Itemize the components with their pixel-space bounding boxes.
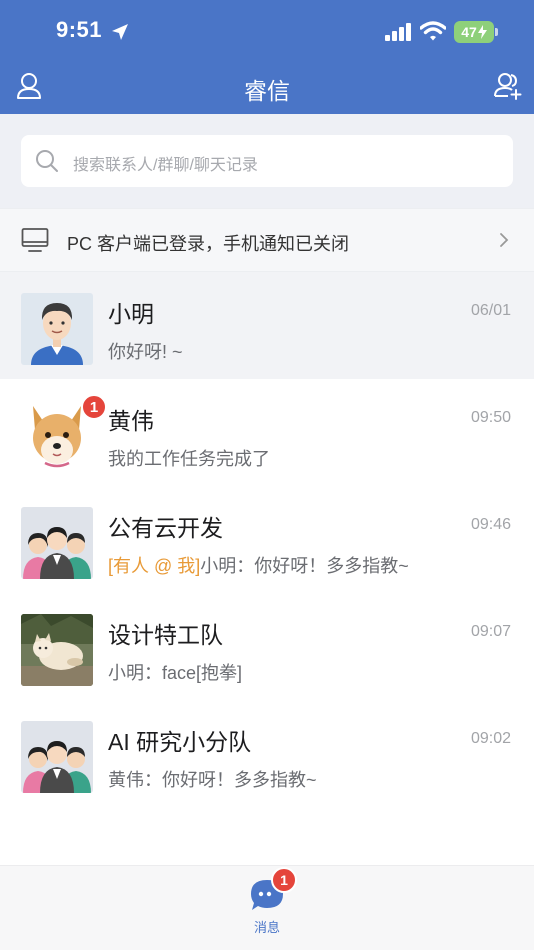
chat-time: 06/01: [470, 302, 511, 319]
battery-indicator: 47: [454, 21, 494, 43]
man-avatar: [21, 293, 93, 365]
chat-preview: 我的工作任务完成了: [108, 449, 270, 469]
search-area: 搜索联系人/群聊/聊天记录: [0, 114, 534, 208]
add-contact-icon[interactable]: [494, 72, 522, 100]
chat-list: 小明 06/01 你好呀! ~ 1 黄伟 09:50 我的工作任务完成了 公有云…: [0, 272, 534, 807]
search-icon: [36, 150, 58, 172]
tab-unread-badge: 1: [271, 867, 297, 893]
chat-name: 小明: [108, 301, 154, 327]
chat-item[interactable]: 1 黄伟 09:50 我的工作任务完成了: [0, 379, 534, 486]
chat-name: 设计特工队: [108, 622, 223, 648]
wifi-icon: [420, 21, 446, 41]
chat-preview: 黄伟：你好呀！多多指教~: [108, 770, 317, 790]
chat-item[interactable]: AI 研究小分队 09:02 黄伟：你好呀！多多指教~: [0, 700, 534, 807]
pc-login-notice[interactable]: PC 客户端已登录，手机通知已关闭: [0, 208, 534, 272]
group-avatar: [21, 507, 93, 579]
app-header: 9:51 47 睿信: [0, 0, 534, 114]
chat-name: AI 研究小分队: [108, 729, 252, 755]
chat-item[interactable]: 小明 06/01 你好呀! ~: [0, 272, 534, 379]
chat-preview-text: 小明：你好呀！多多指教~: [200, 556, 409, 576]
cellular-signal-icon: [385, 23, 411, 41]
monitor-icon: [21, 228, 49, 252]
chat-item[interactable]: 设计特工队 09:07 小明：face[抱拳]: [0, 593, 534, 700]
battery-level: 47: [461, 24, 477, 40]
tab-messages[interactable]: 1 消息: [247, 867, 297, 938]
chat-preview: 小明：face[抱拳]: [108, 663, 243, 683]
chat-item[interactable]: 公有云开发 09:46 [有人 @ 我]小明：你好呀！多多指教~: [0, 486, 534, 593]
cat-photo-avatar: [21, 614, 93, 686]
chat-time: 09:50: [470, 409, 511, 426]
chat-name: 公有云开发: [108, 515, 223, 541]
pc-notice-text: PC 客户端已登录，手机通知已关闭: [67, 234, 350, 254]
battery-tip: [495, 28, 498, 36]
chat-preview: 你好呀! ~: [108, 342, 183, 362]
chevron-right-icon: [500, 233, 509, 247]
search-input[interactable]: 搜索联系人/群聊/聊天记录: [21, 135, 513, 187]
chat-time: 09:07: [470, 623, 511, 640]
chat-name: 黄伟: [108, 408, 154, 434]
page-title: 睿信: [244, 78, 290, 104]
chat-time: 09:46: [470, 516, 511, 533]
search-placeholder: 搜索联系人/群聊/聊天记录: [73, 157, 258, 174]
status-time: 9:51: [56, 17, 103, 42]
unread-badge: 1: [81, 394, 107, 420]
charging-bolt-icon: [477, 25, 487, 39]
bottom-tab-bar: 1 消息: [0, 865, 534, 950]
status-bar: 9:51 47: [0, 0, 534, 60]
group-avatar: [21, 721, 93, 793]
mention-tag: [有人 @ 我]: [108, 556, 201, 576]
location-arrow-icon: [112, 24, 128, 40]
chat-time: 09:02: [470, 730, 511, 747]
tab-messages-label: 消息: [253, 920, 280, 935]
chat-preview: [有人 @ 我]小明：你好呀！多多指教~: [108, 552, 409, 578]
